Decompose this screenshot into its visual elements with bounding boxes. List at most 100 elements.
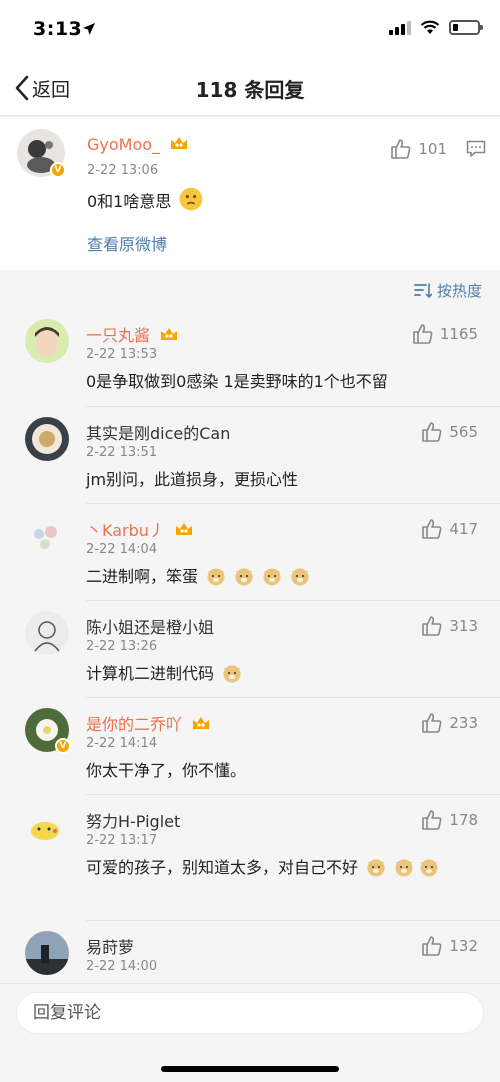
comment-time: 2-22 13:26 [86, 639, 158, 654]
comment-avatar[interactable] [25, 319, 69, 363]
comment-like-button[interactable]: 132 [421, 935, 478, 957]
doge-emoji-icon [223, 665, 241, 683]
comment-like-count: 313 [449, 617, 478, 635]
vip-verified-badge: V [55, 738, 71, 754]
thumbs-up-icon [391, 139, 411, 159]
reply-comment-input[interactable]: 回复评论 [16, 992, 484, 1034]
comment-like-button[interactable]: 1165 [412, 323, 478, 345]
op-username[interactable]: GyoMoo_ [87, 135, 160, 154]
op-like-button[interactable]: 101 [390, 138, 447, 160]
thumbs-up-icon [422, 422, 442, 442]
comment-avatar[interactable] [25, 805, 69, 849]
doge-emoji-icon [395, 859, 413, 877]
vip-verified-badge: V [50, 162, 66, 178]
thumbs-up-icon [422, 519, 442, 539]
comment-like-count: 132 [449, 937, 478, 955]
comment-avatar[interactable] [25, 514, 69, 558]
comment-like-count: 178 [449, 811, 478, 829]
sort-icon [414, 282, 432, 298]
comment-like-button[interactable]: 313 [421, 615, 478, 637]
comment-item: 易莳萝 2-22 14:00 132 [0, 921, 500, 983]
cellular-signal-icon [389, 20, 411, 35]
thumbs-up-icon [422, 810, 442, 830]
comment-item: 丶Karbu丿 2-22 14:04 二进制啊，笨蛋 417 [0, 504, 500, 601]
original-post: V GyoMoo_ 2-22 13:06 0和1啥意思 101 查看原微博 [0, 117, 500, 270]
op-text: 0和1啥意思 [87, 192, 172, 211]
op-time: 2-22 13:06 [87, 163, 159, 178]
view-original-weibo-link[interactable]: 查看原微博 [87, 231, 167, 255]
comment-list[interactable]: 一只丸酱 2-22 13:53 0是争取做到0感染 1是卖野味的1个也不留 11… [0, 309, 500, 983]
comment-time: 2-22 13:51 [86, 445, 158, 460]
doge-emoji-icon [207, 568, 225, 586]
comment-time: 2-22 13:53 [86, 347, 158, 362]
nav-bar: 返回 118 条回复 [0, 60, 500, 116]
doge-emoji-icon [235, 568, 253, 586]
sort-by-popularity-button[interactable]: 按热度 [414, 280, 482, 301]
comment-like-count: 233 [449, 714, 478, 732]
battery-icon [449, 20, 483, 35]
comment-item: 一只丸酱 2-22 13:53 0是争取做到0感染 1是卖野味的1个也不留 11… [0, 309, 500, 407]
page-title: 118 条回复 [195, 78, 305, 102]
comment-like-button[interactable]: 233 [421, 712, 478, 734]
comment-time: 2-22 14:00 [86, 959, 158, 974]
comment-avatar[interactable] [25, 931, 69, 975]
comment-item: 其实是刚dice的Can 2-22 13:51 jm别问，此道损身，更损心性 5… [0, 407, 500, 504]
comment-item: 努力H-Piglet 2-22 13:17 可爱的孩子，别知道太多，对自己不好 … [0, 795, 500, 921]
comment-username[interactable]: 陈小姐还是橙小姐 [86, 614, 214, 638]
comment-text: 可爱的孩子，别知道太多，对自己不好 [86, 858, 359, 877]
vip-crown-icon [161, 328, 178, 340]
comment-icon[interactable] [466, 140, 486, 158]
comment-username[interactable]: 其实是刚dice的Can [86, 420, 230, 444]
comment-text-row: 计算机二进制代码 [86, 661, 242, 687]
thumbs-up-icon [422, 936, 442, 956]
comment-like-count: 565 [449, 423, 478, 441]
vip-crown-icon [176, 523, 192, 535]
comment-item: 陈小姐还是橙小姐 2-22 13:26 计算机二进制代码 313 [0, 601, 500, 698]
comment-like-count: 1165 [439, 325, 478, 343]
comment-time: 2-22 13:17 [86, 833, 158, 848]
comment-like-count: 417 [449, 520, 478, 538]
comment-item: V 是你的二乔吖 2-22 14:14 你太干净了，你不懂。 233 [0, 698, 500, 795]
status-indicators [389, 20, 483, 35]
thinking-face-emoji-icon [180, 187, 203, 211]
comment-username-row: 一只丸酱 [86, 322, 179, 346]
comment-text: 0是争取做到0感染 1是卖野味的1个也不留 [86, 372, 388, 391]
sort-label: 按热度 [436, 282, 482, 300]
comment-text: 你太干净了，你不懂。 [86, 761, 247, 780]
wifi-icon [420, 20, 440, 34]
status-bar: 3:13 [0, 0, 500, 60]
doge-emoji-icon [367, 859, 385, 877]
comment-username-row: 丶Karbu丿 [86, 517, 194, 541]
comment-time: 2-22 14:14 [86, 736, 158, 751]
status-time: 3:13 [33, 18, 83, 40]
comment-like-button[interactable]: 417 [421, 518, 478, 540]
comment-text-row: 二进制啊，笨蛋 [86, 564, 310, 590]
comment-text: jm别问，此道损身，更损心性 [86, 470, 299, 489]
comment-username[interactable]: 是你的二乔吖 [86, 715, 182, 734]
comment-avatar[interactable] [25, 417, 69, 461]
comment-time: 2-22 14:04 [86, 542, 158, 557]
thumbs-up-icon [413, 324, 433, 344]
vip-crown-icon [193, 717, 210, 729]
location-arrow-icon [83, 23, 95, 35]
vip-crown-icon [171, 137, 188, 149]
doge-emoji-icon [263, 568, 281, 586]
comment-text: 计算机二进制代码 [86, 664, 215, 683]
comment-avatar[interactable] [25, 611, 69, 655]
comment-username[interactable]: 努力H-Piglet [86, 808, 180, 832]
doge-emoji-icon [420, 859, 438, 877]
comment-text-row: 可爱的孩子，别知道太多，对自己不好 [86, 855, 466, 881]
thumbs-up-icon [422, 616, 442, 636]
thumbs-up-icon [422, 713, 442, 733]
comment-like-button[interactable]: 178 [421, 809, 478, 831]
comment-username[interactable]: 易莳萝 [86, 934, 134, 958]
comment-username-row: 是你的二乔吖 [86, 711, 211, 735]
op-like-count: 101 [418, 140, 447, 158]
home-indicator[interactable] [161, 1066, 339, 1072]
comment-username[interactable]: 丶Karbu丿 [86, 521, 165, 540]
comment-username[interactable]: 一只丸酱 [86, 326, 150, 345]
comment-text: 二进制啊，笨蛋 [86, 567, 199, 586]
op-text-row: 0和1啥意思 [87, 187, 203, 215]
comment-like-button[interactable]: 565 [421, 421, 478, 443]
reply-bar: 回复评论 [0, 983, 500, 1082]
